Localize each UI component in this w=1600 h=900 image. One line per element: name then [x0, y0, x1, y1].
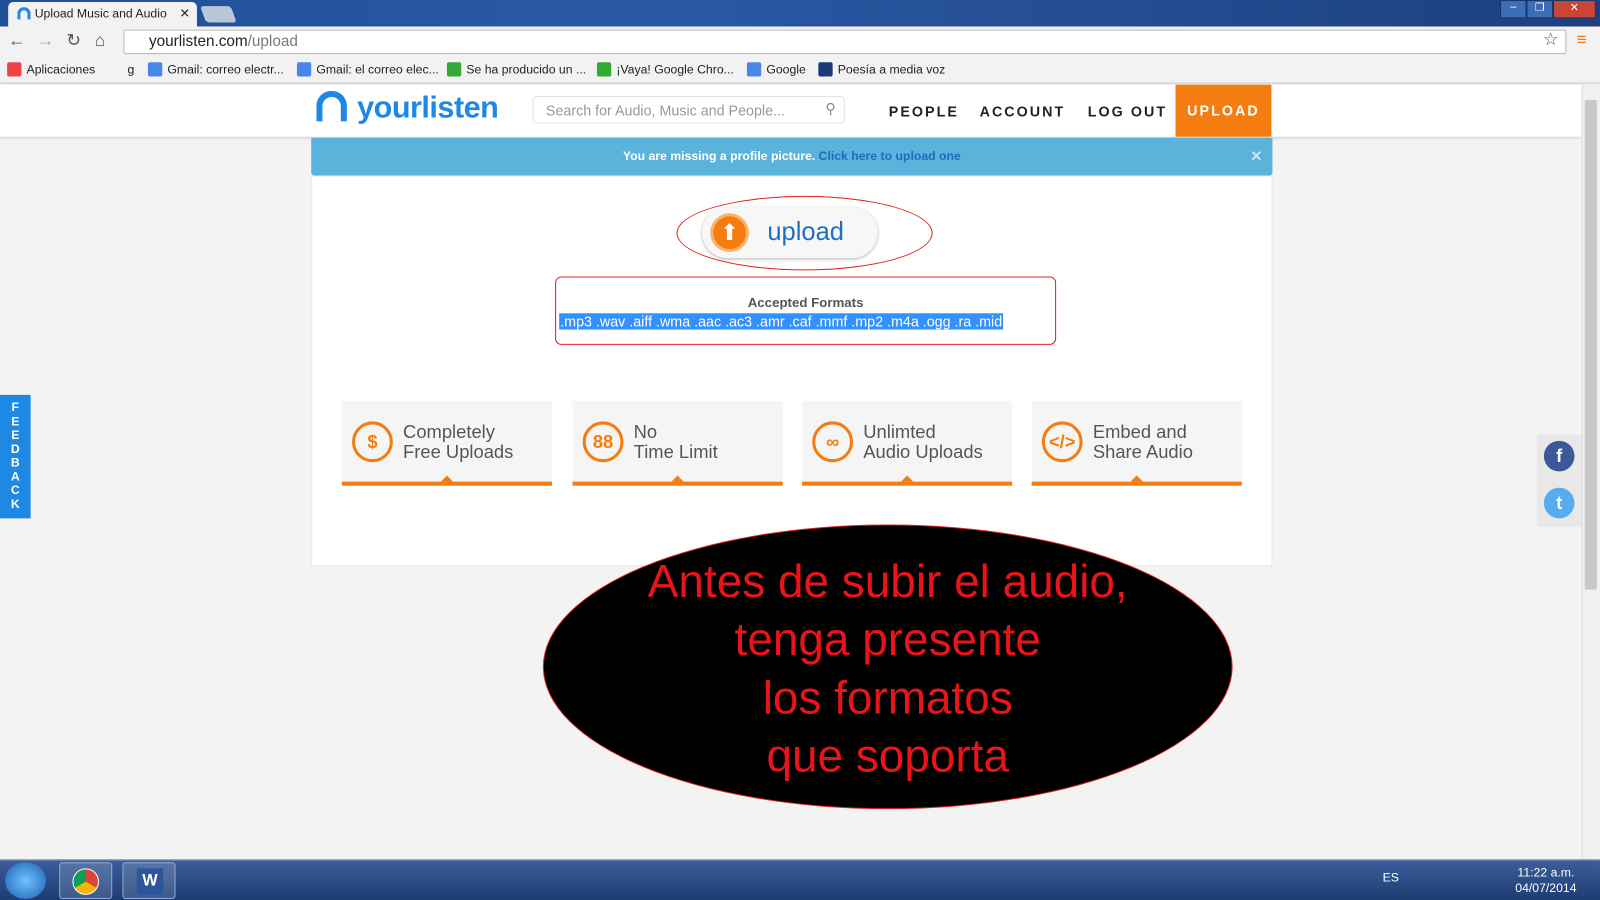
nav-logout[interactable]: LOG OUT: [1088, 103, 1167, 119]
taskbar-word[interactable]: W: [122, 862, 176, 899]
close-window-button[interactable]: ✕: [1553, 0, 1596, 19]
window-titlebar: [0, 0, 1600, 27]
twitter-icon[interactable]: t: [1543, 487, 1575, 519]
address-bar[interactable]: yourlisten.com/upload: [123, 29, 1567, 55]
menu-icon[interactable]: ≡: [1577, 30, 1587, 50]
bookmark[interactable]: Poesía a media voz: [818, 62, 945, 77]
code-icon: </>: [1041, 421, 1083, 463]
browser-toolbar: ← → ↻ ⌂ yourlisten.com/upload ☆ ≡: [0, 26, 1600, 58]
feature-free-uploads: $ Completely Free Uploads: [341, 401, 553, 486]
upload-button[interactable]: ⬆ upload: [702, 207, 878, 259]
social-bar: f t: [1536, 434, 1582, 527]
upload-arrow-icon: ⬆: [710, 213, 749, 253]
bookmark[interactable]: Google: [746, 62, 806, 77]
feature-embed-share: </> Embed and Share Audio: [1031, 401, 1242, 486]
language-indicator[interactable]: ES: [1383, 870, 1399, 884]
nav-account[interactable]: ACCOUNT: [980, 103, 1066, 119]
feature-no-time-limit: 88 No Time Limit: [572, 401, 783, 486]
headphones-icon: [17, 7, 31, 20]
bookmark[interactable]: Se ha producido un ...: [446, 62, 586, 77]
nav-upload-button[interactable]: UPLOAD: [1175, 84, 1272, 137]
taskbar-chrome[interactable]: [59, 862, 113, 899]
tab-title: Upload Music and Audio: [34, 6, 167, 21]
forward-icon[interactable]: →: [37, 31, 54, 51]
upload-profile-link[interactable]: Click here to upload one: [819, 149, 961, 163]
maximize-button[interactable]: ❐: [1526, 0, 1554, 19]
word-icon: W: [136, 868, 164, 895]
infinity-icon: ∞: [812, 421, 854, 463]
url-host: yourlisten.com: [148, 32, 248, 50]
profile-alert: You are missing a profile picture. Click…: [311, 137, 1273, 176]
back-icon[interactable]: ←: [8, 31, 25, 51]
minimize-button[interactable]: –: [1499, 0, 1527, 19]
reload-icon[interactable]: ↻: [66, 31, 81, 51]
no-dollar-icon: $: [352, 421, 393, 463]
feature-unlimited: ∞ Unlimted Audio Uploads: [802, 401, 1013, 486]
home-icon[interactable]: ⌂: [95, 31, 105, 51]
feedback-tab[interactable]: FEEDBACK: [0, 394, 31, 519]
nav-people[interactable]: PEOPLE: [889, 103, 959, 119]
close-tab-icon[interactable]: ✕: [180, 6, 190, 20]
formats-list: .mp3 .wav .aiff .wma .aac .ac3 .amr .caf…: [559, 313, 1004, 330]
search-icon[interactable]: ⚲: [825, 100, 835, 117]
logo[interactable]: yourlisten: [316, 90, 499, 126]
url-path: /upload: [247, 32, 298, 50]
search-input[interactable]: Search for Audio, Music and People... ⚲: [532, 95, 845, 124]
clock[interactable]: 11:22 a.m. 04/07/2014: [1500, 865, 1592, 896]
bookmark[interactable]: Gmail: correo electr...: [147, 62, 284, 77]
taskbar: [0, 859, 1600, 900]
close-alert-icon[interactable]: ✕: [1250, 138, 1262, 176]
scrollbar-thumb[interactable]: [1584, 99, 1597, 590]
bookmark-apps[interactable]: Aplicaciones: [7, 62, 95, 77]
start-button[interactable]: [5, 862, 46, 899]
bookmark[interactable]: g: [128, 62, 135, 76]
formats-title: Accepted Formats: [747, 294, 864, 311]
facebook-icon[interactable]: f: [1543, 440, 1575, 472]
bookmark[interactable]: ¡Vaya! Google Chro...: [596, 62, 734, 77]
window-controls: – ❐ ✕: [1499, 0, 1596, 19]
star-icon[interactable]: ☆: [1543, 30, 1559, 50]
headphones-icon: [316, 90, 347, 122]
bookmark[interactable]: Gmail: el correo elec...: [296, 62, 439, 77]
annotation-text: Antes de subir el audio, tenga presente lo…: [647, 555, 1128, 782]
new-tab-button[interactable]: [200, 6, 237, 23]
accepted-formats: Accepted Formats .mp3 .wav .aiff .wma .a…: [555, 276, 1057, 345]
clock-icon: 88: [582, 421, 624, 463]
browser-tab[interactable]: Upload Music and Audio ✕: [8, 2, 197, 27]
chrome-icon: [72, 868, 99, 895]
bookmarks-bar: Aplicaciones g Gmail: correo electr... G…: [0, 57, 1600, 84]
